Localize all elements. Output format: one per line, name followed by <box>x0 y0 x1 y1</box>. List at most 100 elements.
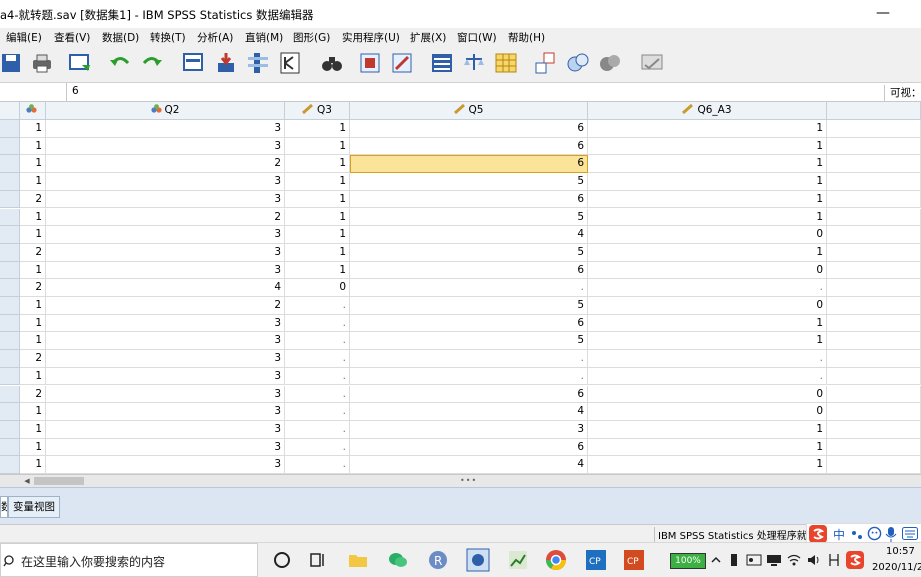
redo-icon[interactable] <box>140 51 164 75</box>
emoji-icon[interactable] <box>867 526 882 541</box>
column-header-q2[interactable]: Q2 <box>46 102 285 120</box>
table-cell[interactable]: 5 <box>350 297 588 315</box>
insert-variable-icon[interactable] <box>390 51 414 75</box>
table-cell[interactable]: 1 <box>20 314 46 333</box>
empty-cell[interactable] <box>827 137 921 156</box>
table-cell[interactable]: 6 <box>350 261 588 280</box>
punctuation-icon[interactable] <box>851 527 863 541</box>
table-cell[interactable]: 1 <box>20 438 46 457</box>
table-cell[interactable]: 0 <box>588 226 827 244</box>
table-cell[interactable]: 1 <box>588 243 827 262</box>
table-cell[interactable]: 2 <box>20 350 46 368</box>
empty-cell[interactable] <box>827 226 921 244</box>
table-cell[interactable]: . <box>588 367 827 386</box>
input-method-icon[interactable] <box>826 552 842 568</box>
task-view-icon[interactable] <box>306 548 330 572</box>
table-cell[interactable]: 3 <box>46 420 285 439</box>
table-cell[interactable]: 6 <box>350 137 588 156</box>
cp-app-blue-icon[interactable]: CP <box>584 548 608 572</box>
table-cell[interactable]: 3 <box>46 261 285 280</box>
splitter-grip-icon[interactable]: ••• <box>460 476 477 485</box>
empty-cell[interactable] <box>827 297 921 315</box>
table-cell[interactable]: . <box>588 279 827 297</box>
find-icon[interactable] <box>278 51 302 75</box>
table-cell[interactable]: 5 <box>350 173 588 191</box>
row-header[interactable] <box>0 314 20 333</box>
table-cell[interactable]: 1 <box>20 226 46 244</box>
table-cell[interactable]: 5 <box>350 243 588 262</box>
table-cell[interactable]: 3 <box>46 385 285 404</box>
table-cell[interactable]: 1 <box>285 208 350 227</box>
table-cell[interactable]: . <box>285 332 350 351</box>
wifi-icon[interactable] <box>786 552 802 568</box>
empty-cell[interactable] <box>827 350 921 368</box>
dialog-recall-icon[interactable] <box>68 51 92 75</box>
insert-cases-icon[interactable] <box>358 51 382 75</box>
split-file-icon[interactable] <box>430 51 454 75</box>
use-variable-sets-icon[interactable] <box>566 51 590 75</box>
table-cell[interactable]: 3 <box>46 120 285 138</box>
chrome-icon[interactable] <box>544 548 568 572</box>
table-cell[interactable]: 2 <box>46 155 285 174</box>
chart-app-icon[interactable] <box>506 548 530 572</box>
table-cell[interactable]: 4 <box>46 279 285 297</box>
ime-mode[interactable]: 中 <box>833 526 845 543</box>
spss-taskbar-icon[interactable] <box>466 548 490 572</box>
table-cell[interactable]: 3 <box>46 190 285 209</box>
table-cell[interactable]: 1 <box>588 173 827 191</box>
row-header[interactable] <box>0 226 20 244</box>
table-cell[interactable]: 0 <box>285 279 350 297</box>
table-cell[interactable]: 2 <box>20 243 46 262</box>
chevron-up-icon[interactable] <box>710 553 722 567</box>
weight-cases-icon[interactable] <box>462 51 486 75</box>
row-header[interactable] <box>0 173 20 191</box>
display-icon[interactable] <box>766 552 782 568</box>
empty-cell[interactable] <box>827 208 921 227</box>
table-cell[interactable]: . <box>588 350 827 368</box>
scroll-thumb[interactable] <box>34 477 84 485</box>
row-header[interactable] <box>0 367 20 386</box>
binoculars-icon[interactable] <box>320 51 344 75</box>
table-cell[interactable]: 6 <box>350 120 588 138</box>
r-app-icon[interactable]: R <box>426 548 450 572</box>
table-cell[interactable]: 0 <box>588 261 827 280</box>
table-cell[interactable]: 0 <box>588 403 827 421</box>
table-cell[interactable]: . <box>285 367 350 386</box>
spell-check-icon[interactable] <box>640 51 664 75</box>
table-cell[interactable]: 2 <box>20 190 46 209</box>
table-cell[interactable]: 2 <box>20 385 46 404</box>
table-cell[interactable]: 0 <box>588 385 827 404</box>
row-header[interactable] <box>0 438 20 457</box>
table-cell[interactable]: 3 <box>46 350 285 368</box>
table-cell[interactable]: 1 <box>285 243 350 262</box>
table-cell[interactable]: 1 <box>20 420 46 439</box>
table-cell[interactable]: 3 <box>46 226 285 244</box>
table-cell[interactable]: . <box>285 438 350 457</box>
sogou-icon[interactable] <box>809 525 827 543</box>
empty-cell[interactable] <box>827 279 921 297</box>
table-cell[interactable]: 6 <box>350 438 588 457</box>
table-cell[interactable]: . <box>285 456 350 474</box>
variables-icon[interactable] <box>246 51 270 75</box>
empty-cell[interactable] <box>827 332 921 351</box>
file-explorer-icon[interactable] <box>346 548 370 572</box>
table-cell[interactable]: 1 <box>20 261 46 280</box>
column-header-blank-right[interactable] <box>827 102 921 120</box>
table-cell[interactable]: 3 <box>46 332 285 351</box>
cell-value-input[interactable]: 6 <box>72 85 79 97</box>
tab-variable-view[interactable]: 变量视图 <box>8 496 60 518</box>
taskbar-search[interactable]: 在这里输入你要搜索的内容 <box>0 543 258 577</box>
microphone-icon[interactable] <box>885 526 897 542</box>
table-cell[interactable]: 1 <box>20 208 46 227</box>
row-header[interactable] <box>0 279 20 297</box>
table-cell[interactable]: 1 <box>588 120 827 138</box>
clock-date[interactable]: 2020/11/2 <box>872 562 921 573</box>
save-icon[interactable] <box>0 51 24 75</box>
minimize-button[interactable]: — <box>873 2 893 24</box>
table-cell[interactable]: 3 <box>46 367 285 386</box>
table-cell[interactable]: 4 <box>350 403 588 421</box>
table-cell[interactable]: . <box>285 297 350 315</box>
go-to-case-icon[interactable] <box>182 51 206 75</box>
row-header[interactable] <box>0 155 20 174</box>
table-cell[interactable]: 3 <box>46 438 285 457</box>
